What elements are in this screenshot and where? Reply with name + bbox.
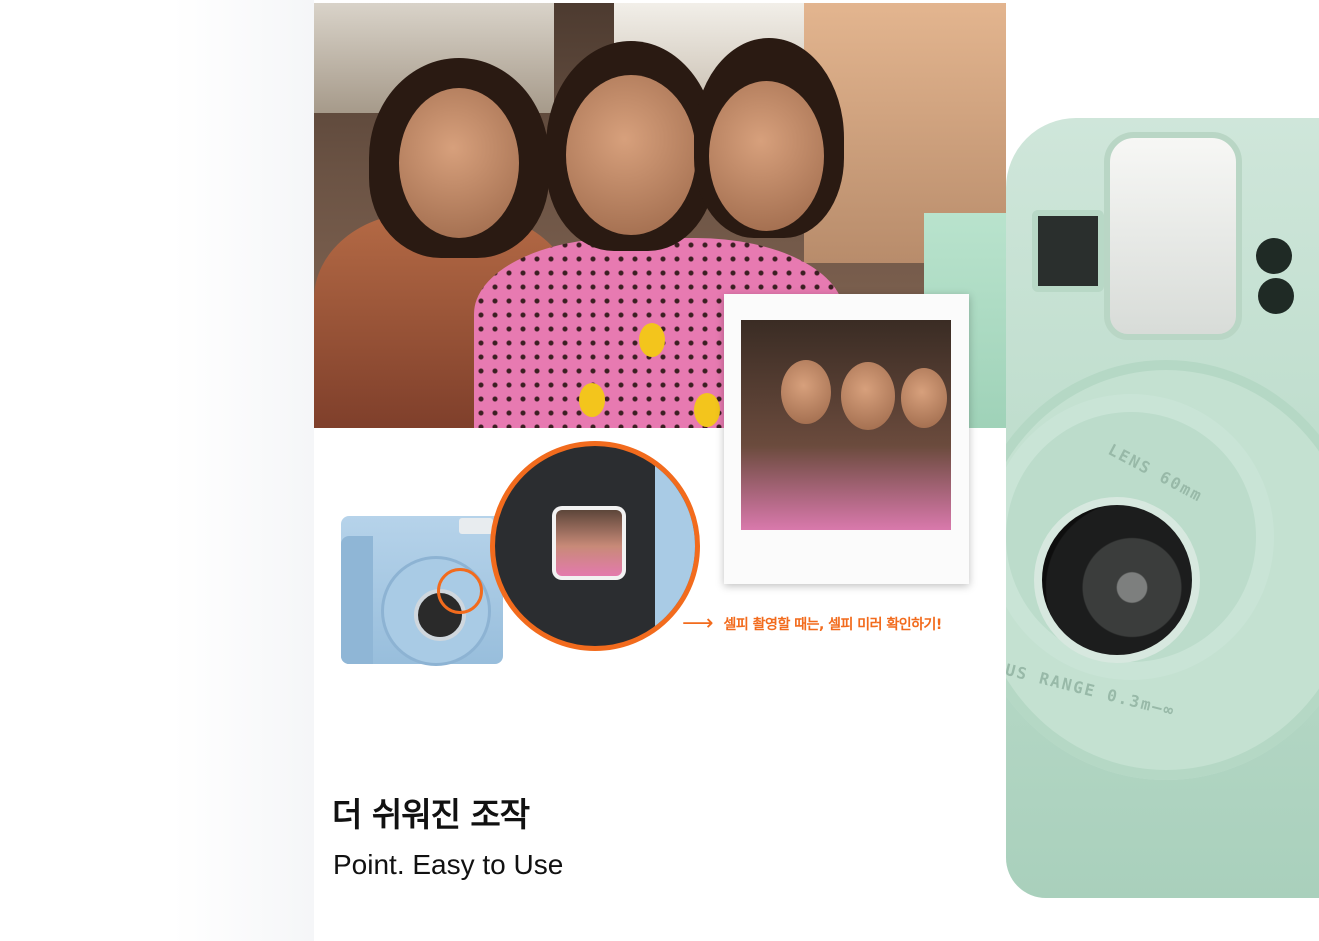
person-right-face — [709, 81, 824, 231]
print-face — [781, 360, 831, 424]
sensor-dot — [1258, 278, 1294, 314]
person-left-face — [399, 88, 519, 238]
camera-lens — [1034, 497, 1200, 663]
arrow-right-icon: ⟶ — [682, 611, 714, 636]
camera-grip — [341, 536, 373, 664]
selfie-mirror-highlight — [437, 568, 483, 614]
selfie-mirror-zoom — [490, 441, 700, 651]
print-face — [901, 368, 947, 428]
section-subtitle: Point. Easy to Use — [333, 849, 564, 880]
feature-card: ⟶ 셀피 촬영할 때는, 셀피 미러 확인하기! 더 쉬워진 조작 Point.… — [314, 0, 1006, 941]
viewfinder-window — [1032, 210, 1104, 292]
lemon-print — [639, 323, 665, 357]
flash-unit — [1104, 132, 1242, 340]
camera-flash — [459, 518, 493, 534]
instant-print-photo — [724, 294, 969, 584]
print-face — [841, 362, 895, 430]
callout-caption: 셀피 촬영할 때는, 셀피 미러 확인하기! — [723, 617, 943, 633]
sensor-dot — [1256, 238, 1292, 274]
lemon-print — [579, 383, 605, 417]
section-title: 더 쉬워진 조작 — [332, 795, 530, 834]
mirror-reflection — [556, 510, 622, 576]
lemon-print — [694, 393, 720, 427]
instant-print-image — [741, 320, 951, 530]
page-left-background — [0, 0, 314, 941]
person-center-face — [566, 75, 696, 235]
selfie-mirror — [552, 506, 626, 580]
selfie-mirror-callout: ⟶ 셀피 촬영할 때는, 셀피 미러 확인하기! — [682, 612, 942, 636]
mint-camera-image: LENS 60mm US RANGE 0.3m–∞ — [1006, 0, 1319, 941]
